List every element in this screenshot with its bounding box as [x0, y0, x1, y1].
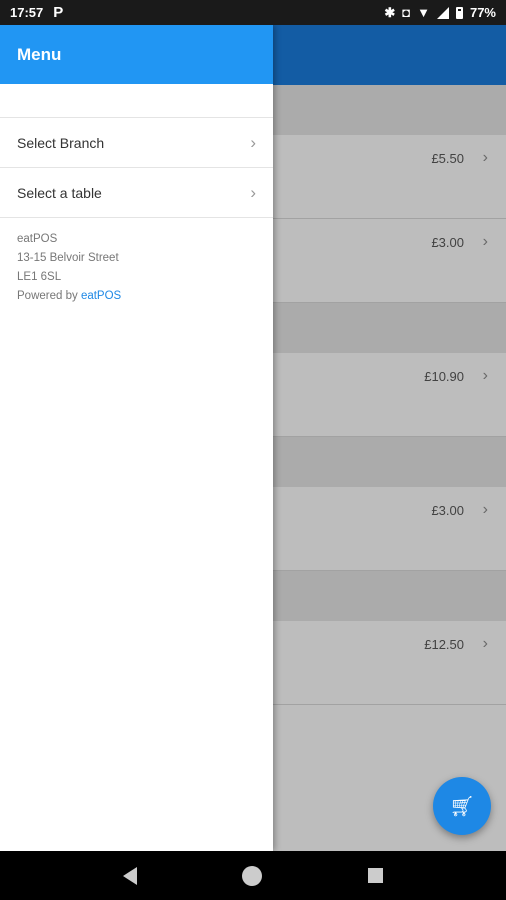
select-table-label: Select a table — [17, 184, 102, 201]
home-icon[interactable] — [242, 865, 263, 886]
store-name: eatPOS — [17, 233, 58, 245]
recent-apps-icon[interactable] — [368, 868, 384, 883]
cart-icon: 🛒︎ — [449, 795, 475, 818]
drawer-title: Menu — [17, 44, 62, 64]
wifi-icon: ▼ — [417, 5, 430, 20]
signal-icon — [436, 6, 449, 19]
drawer-header: Menu — [0, 25, 273, 84]
battery-icon — [455, 6, 463, 19]
store-address-line2: LE1 6SL — [17, 271, 62, 283]
battery-percent: 77% — [469, 5, 496, 20]
store-address-line1: 13-15 Belvoir Street — [17, 252, 119, 264]
navigation-drawer: Menu Select Branch › Select a table › ea… — [0, 25, 273, 851]
system-nav-bar — [0, 851, 506, 900]
vibrate-icon: ◘ — [402, 5, 411, 20]
status-bar: 17:57 P ✱ ◘ ▼ 77% — [0, 0, 506, 25]
parking-icon: P — [53, 4, 64, 21]
bluetooth-icon: ✱ — [384, 4, 396, 20]
store-info: eatPOS 13-15 Belvoir Street LE1 6SL Powe… — [0, 218, 273, 318]
eatpos-link[interactable]: eatPOS — [81, 290, 121, 302]
powered-by-prefix: Powered by — [17, 290, 81, 302]
chevron-right-icon: › — [250, 182, 256, 202]
select-branch-item[interactable]: Select Branch › — [0, 118, 273, 168]
drawer-spacer — [0, 84, 273, 118]
cart-button[interactable]: 🛒︎ — [433, 777, 491, 835]
chevron-right-icon: › — [250, 132, 256, 152]
select-branch-label: Select Branch — [17, 134, 105, 151]
powered-by: Powered by eatPOS — [17, 287, 256, 306]
select-table-item[interactable]: Select a table › — [0, 168, 273, 218]
status-time: 17:57 — [10, 5, 44, 20]
back-icon[interactable] — [122, 866, 137, 885]
